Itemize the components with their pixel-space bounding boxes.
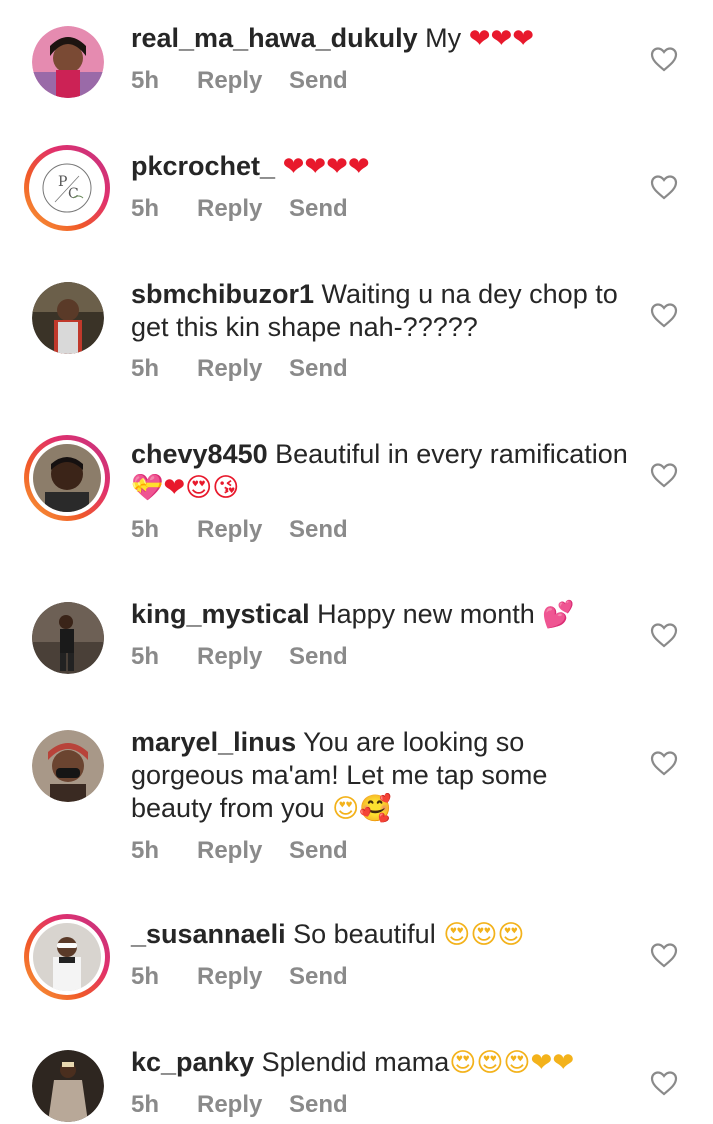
avatar[interactable] [24, 435, 110, 521]
avatar[interactable] [32, 730, 104, 802]
username-link[interactable]: kc_panky [131, 1047, 254, 1077]
timestamp: 5h [131, 516, 160, 543]
comment-meta: 5h Reply Send [131, 354, 631, 384]
comment-text: sbmchibuzor1 Waiting u na dey chop to ge… [131, 278, 631, 344]
emoji: ❤❤❤❤ [282, 152, 370, 182]
heart-outline-icon[interactable] [650, 622, 678, 648]
comment-meta: 5h Reply Send [131, 836, 631, 866]
username-link[interactable]: real_ma_hawa_dukuly [131, 23, 418, 53]
heart-outline-icon[interactable] [650, 1070, 678, 1096]
avatar-image [33, 923, 101, 991]
comment-meta: 5h Reply Send [131, 66, 631, 96]
send-button[interactable]: Send [289, 1090, 348, 1120]
send-button[interactable]: Send [289, 66, 348, 96]
timestamp: 5h [131, 837, 160, 864]
comment-meta: 5h Reply Send [131, 515, 631, 545]
reply-button[interactable]: Reply [197, 836, 289, 866]
avatar[interactable] [32, 1050, 104, 1122]
send-button[interactable]: Send [289, 642, 348, 672]
send-button[interactable]: Send [289, 836, 348, 866]
username-link[interactable]: pkcrochet_ [131, 151, 275, 181]
avatar-photo [33, 923, 101, 991]
send-button[interactable]: Send [289, 194, 348, 224]
avatar-photo [32, 1050, 104, 1122]
heart-outline-icon[interactable] [650, 462, 678, 488]
avatar-image: P C [33, 154, 101, 222]
avatar-image [32, 602, 104, 674]
heart-outline-icon[interactable] [650, 942, 678, 968]
heart-outline-icon[interactable] [650, 174, 678, 200]
avatar-image [33, 444, 101, 512]
comment-body: So beautiful [293, 919, 436, 949]
comment-text: _susannaeli So beautiful 😍😍😍 [131, 918, 631, 952]
svg-text:P: P [58, 174, 67, 190]
comment-text: king_mystical Happy new month 💕 [131, 598, 631, 632]
avatar[interactable] [32, 26, 104, 98]
timestamp: 5h [131, 643, 160, 670]
comment-body: Beautiful in every ramification [275, 439, 628, 469]
comment-meta: 5h Reply Send [131, 962, 631, 992]
username-link[interactable]: maryel_linus [131, 727, 296, 757]
timestamp: 5h [131, 67, 160, 94]
avatar[interactable]: P C [24, 145, 110, 231]
avatar-photo [32, 602, 104, 674]
comment-text: kc_panky Splendid mama😍😍😍❤❤ [131, 1046, 631, 1080]
comment-body: Happy new month [317, 599, 535, 629]
reply-button[interactable]: Reply [197, 194, 289, 224]
avatar-photo [32, 282, 104, 354]
timestamp: 5h [131, 195, 160, 222]
reply-button[interactable]: Reply [197, 962, 289, 992]
username-link[interactable]: sbmchibuzor1 [131, 279, 314, 309]
avatar-image [32, 26, 104, 98]
avatar-photo [33, 444, 101, 512]
avatar[interactable] [32, 602, 104, 674]
emoji: 😍😍😍 [443, 920, 525, 950]
send-button[interactable]: Send [289, 962, 348, 992]
avatar-image [32, 730, 104, 802]
send-button[interactable]: Send [289, 354, 348, 384]
reply-button[interactable]: Reply [197, 354, 289, 384]
comment-meta: 5h Reply Send [131, 1090, 631, 1120]
comment-text: real_ma_hawa_dukuly My ❤❤❤ [131, 22, 631, 56]
emoji: 💕 [542, 600, 575, 630]
avatar-image [32, 1050, 104, 1122]
username-link[interactable]: chevy8450 [131, 439, 268, 469]
heart-outline-icon[interactable] [650, 46, 678, 72]
send-button[interactable]: Send [289, 515, 348, 545]
svg-text:C: C [68, 186, 79, 202]
avatar-image [32, 282, 104, 354]
username-link[interactable]: king_mystical [131, 599, 310, 629]
heart-outline-icon[interactable] [650, 750, 678, 776]
comment-meta: 5h Reply Send [131, 642, 631, 672]
comment-text: chevy8450 Beautiful in every ramificatio… [131, 438, 631, 505]
timestamp: 5h [131, 963, 160, 990]
heart-outline-icon[interactable] [650, 302, 678, 328]
avatar[interactable] [24, 914, 110, 1000]
timestamp: 5h [131, 355, 160, 382]
avatar-photo [32, 730, 104, 802]
comment-text: maryel_linus You are looking so gorgeous… [131, 726, 631, 826]
comment-text: pkcrochet_ ❤❤❤❤ [131, 150, 631, 184]
comment-meta: 5h Reply Send [131, 194, 631, 224]
reply-button[interactable]: Reply [197, 1090, 289, 1120]
timestamp: 5h [131, 1091, 160, 1118]
username-link[interactable]: _susannaeli [131, 919, 286, 949]
comment-body: Splendid mama [261, 1047, 450, 1077]
reply-button[interactable]: Reply [197, 515, 289, 545]
emoji: ❤❤❤ [468, 24, 535, 54]
avatar[interactable] [32, 282, 104, 354]
emoji: 💝❤😍😘 [131, 473, 240, 503]
emoji: 😍🥰 [332, 794, 392, 824]
reply-button[interactable]: Reply [197, 642, 289, 672]
pk-logo: P C [33, 154, 101, 222]
emoji: 😍😍😍❤❤ [449, 1048, 575, 1078]
comment-body: My [425, 23, 462, 53]
avatar-photo [32, 26, 104, 98]
reply-button[interactable]: Reply [197, 66, 289, 96]
